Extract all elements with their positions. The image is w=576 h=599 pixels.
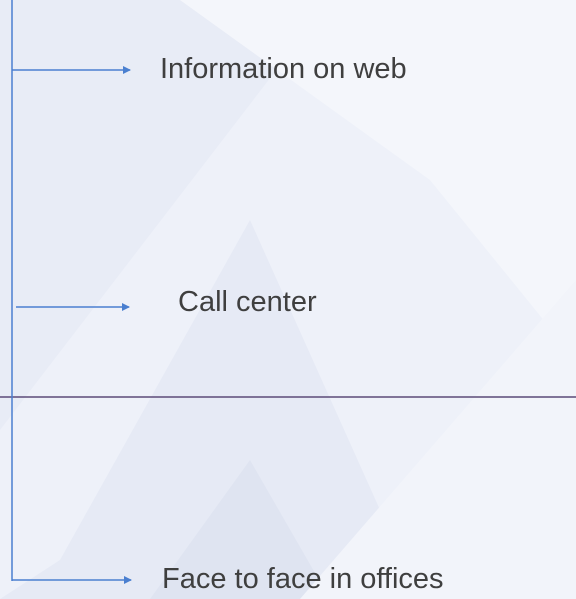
channel-label-web: Information on web (160, 53, 407, 85)
channel-label-call-center: Call center (178, 286, 317, 318)
channel-label-offices: Face to face in offices (162, 563, 444, 595)
